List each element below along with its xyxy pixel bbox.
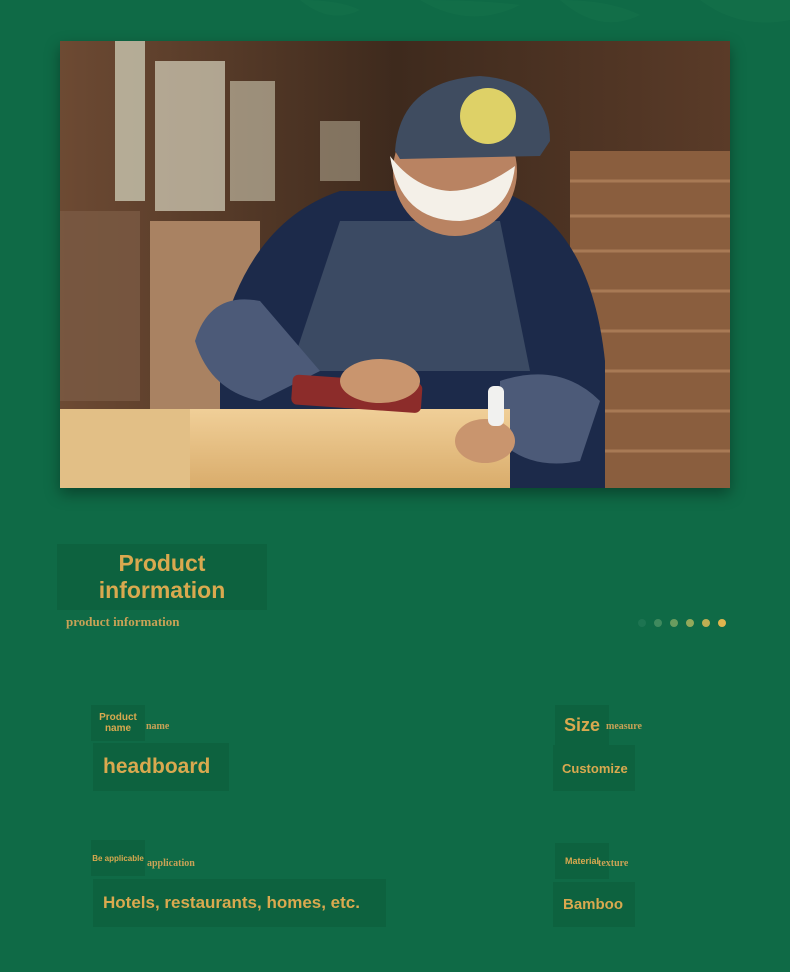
section-title: Product information [57,544,267,610]
carousel-dot[interactable] [718,619,726,627]
workshop-photo [60,41,730,488]
size-label: Size [555,705,609,745]
carousel-dot[interactable] [686,619,694,627]
size-sub: measure [606,721,642,732]
carousel-dot[interactable] [638,619,646,627]
section-subtitle: product information [66,614,180,629]
carousel-dot[interactable] [670,619,678,627]
applicable-value: Hotels, restaurants, homes, etc. [93,879,386,927]
carousel-indicator[interactable] [638,619,726,627]
carousel-dot[interactable] [654,619,662,627]
bamboo-leaf-decoration [300,0,790,23]
product-name-value: headboard [93,743,229,791]
product-name-label: Product name [91,705,145,741]
material-sub: texture [598,858,629,869]
product-name-sub: name [146,721,170,732]
material-value: Bamboo [553,882,635,927]
applicable-label: Be applicable [91,840,145,876]
size-value: Customize [553,745,635,791]
applicable-sub: application [147,858,195,869]
carousel-dot[interactable] [702,619,710,627]
